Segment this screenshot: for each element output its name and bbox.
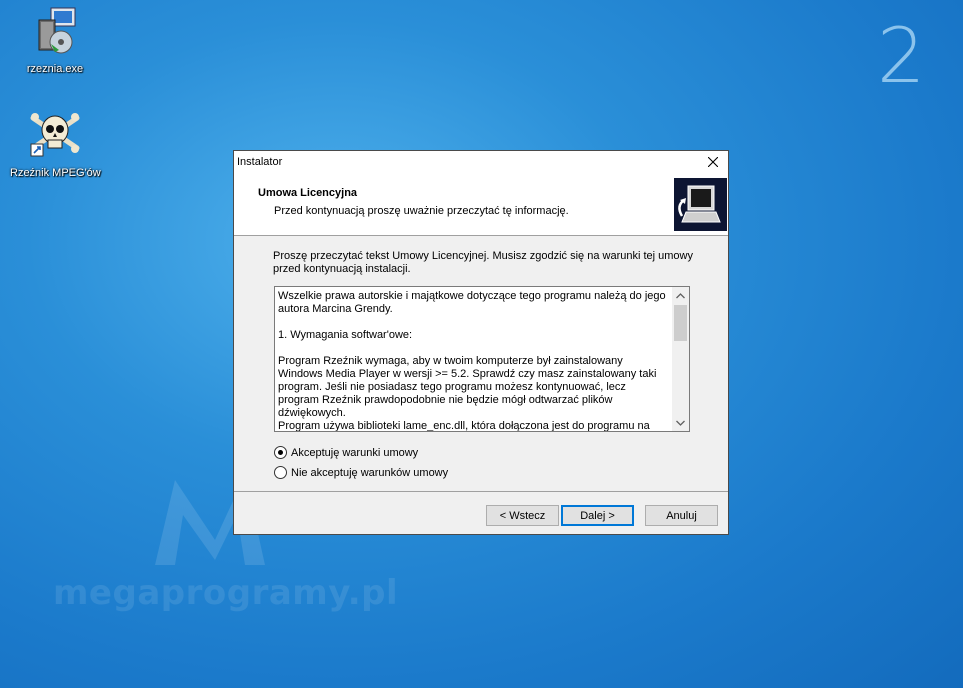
- scroll-down-button[interactable]: [672, 414, 689, 431]
- cancel-button[interactable]: Anuluj: [645, 505, 718, 526]
- radio-circle: [274, 466, 287, 479]
- decline-radio-label: Nie akceptuję warunków umowy: [291, 466, 449, 479]
- page-title: Umowa Licencyjna: [258, 187, 358, 199]
- radio-circle: [274, 446, 287, 459]
- close-icon: [708, 157, 718, 167]
- computer-install-icon: [678, 185, 721, 223]
- intro-text: Proszę przeczytać tekst Umowy Licencyjne…: [273, 250, 693, 275]
- skull-shortcut-icon: [30, 113, 80, 157]
- license-textbox[interactable]: Wszelkie prawa autorskie i majątkowe dot…: [274, 286, 690, 432]
- footer-divider: [234, 491, 728, 492]
- back-button[interactable]: < Wstecz: [486, 505, 559, 526]
- close-button[interactable]: [698, 151, 728, 173]
- chevron-down-icon: [676, 420, 685, 426]
- accept-radio[interactable]: Akceptuję warunki umowy: [274, 446, 418, 459]
- virtual-desktop-number: 2: [877, 11, 926, 100]
- title-bar[interactable]: Instalator: [234, 151, 728, 173]
- setup-logo: [674, 178, 727, 231]
- scroll-thumb[interactable]: [674, 305, 687, 341]
- installer-dialog: Instalator Umowa Licencyjna Przed kontyn…: [233, 150, 729, 535]
- license-text: Wszelkie prawa autorskie i majątkowe dot…: [278, 290, 666, 432]
- next-button[interactable]: Dalej >: [561, 505, 634, 526]
- page-subtitle: Przed kontynuacją proszę uważnie przeczy…: [274, 205, 569, 217]
- decline-radio[interactable]: Nie akceptuję warunków umowy: [274, 466, 448, 479]
- watermark-text: megaprogramy.pl: [53, 573, 399, 613]
- license-scrollbar[interactable]: [672, 287, 689, 431]
- chevron-up-icon: [676, 292, 685, 298]
- radio-dot: [278, 450, 283, 455]
- desktop-icon-rzeznia-exe[interactable]: rzeznia.exe: [10, 6, 100, 75]
- desktop-icon-rzeznik-mpegow[interactable]: Rzeźnik MPEG'ów: [10, 108, 101, 179]
- desktop-icon-label: rzeznia.exe: [26, 63, 84, 75]
- accept-radio-label: Akceptuję warunki umowy: [291, 446, 419, 459]
- scroll-up-button[interactable]: [672, 287, 689, 304]
- window-title: Instalator: [237, 156, 283, 168]
- installer-icon: [38, 7, 76, 54]
- wizard-header: Umowa Licencyjna Przed kontynuacją prosz…: [234, 173, 728, 236]
- desktop-icon-label: Rzeźnik MPEG'ów: [10, 167, 101, 179]
